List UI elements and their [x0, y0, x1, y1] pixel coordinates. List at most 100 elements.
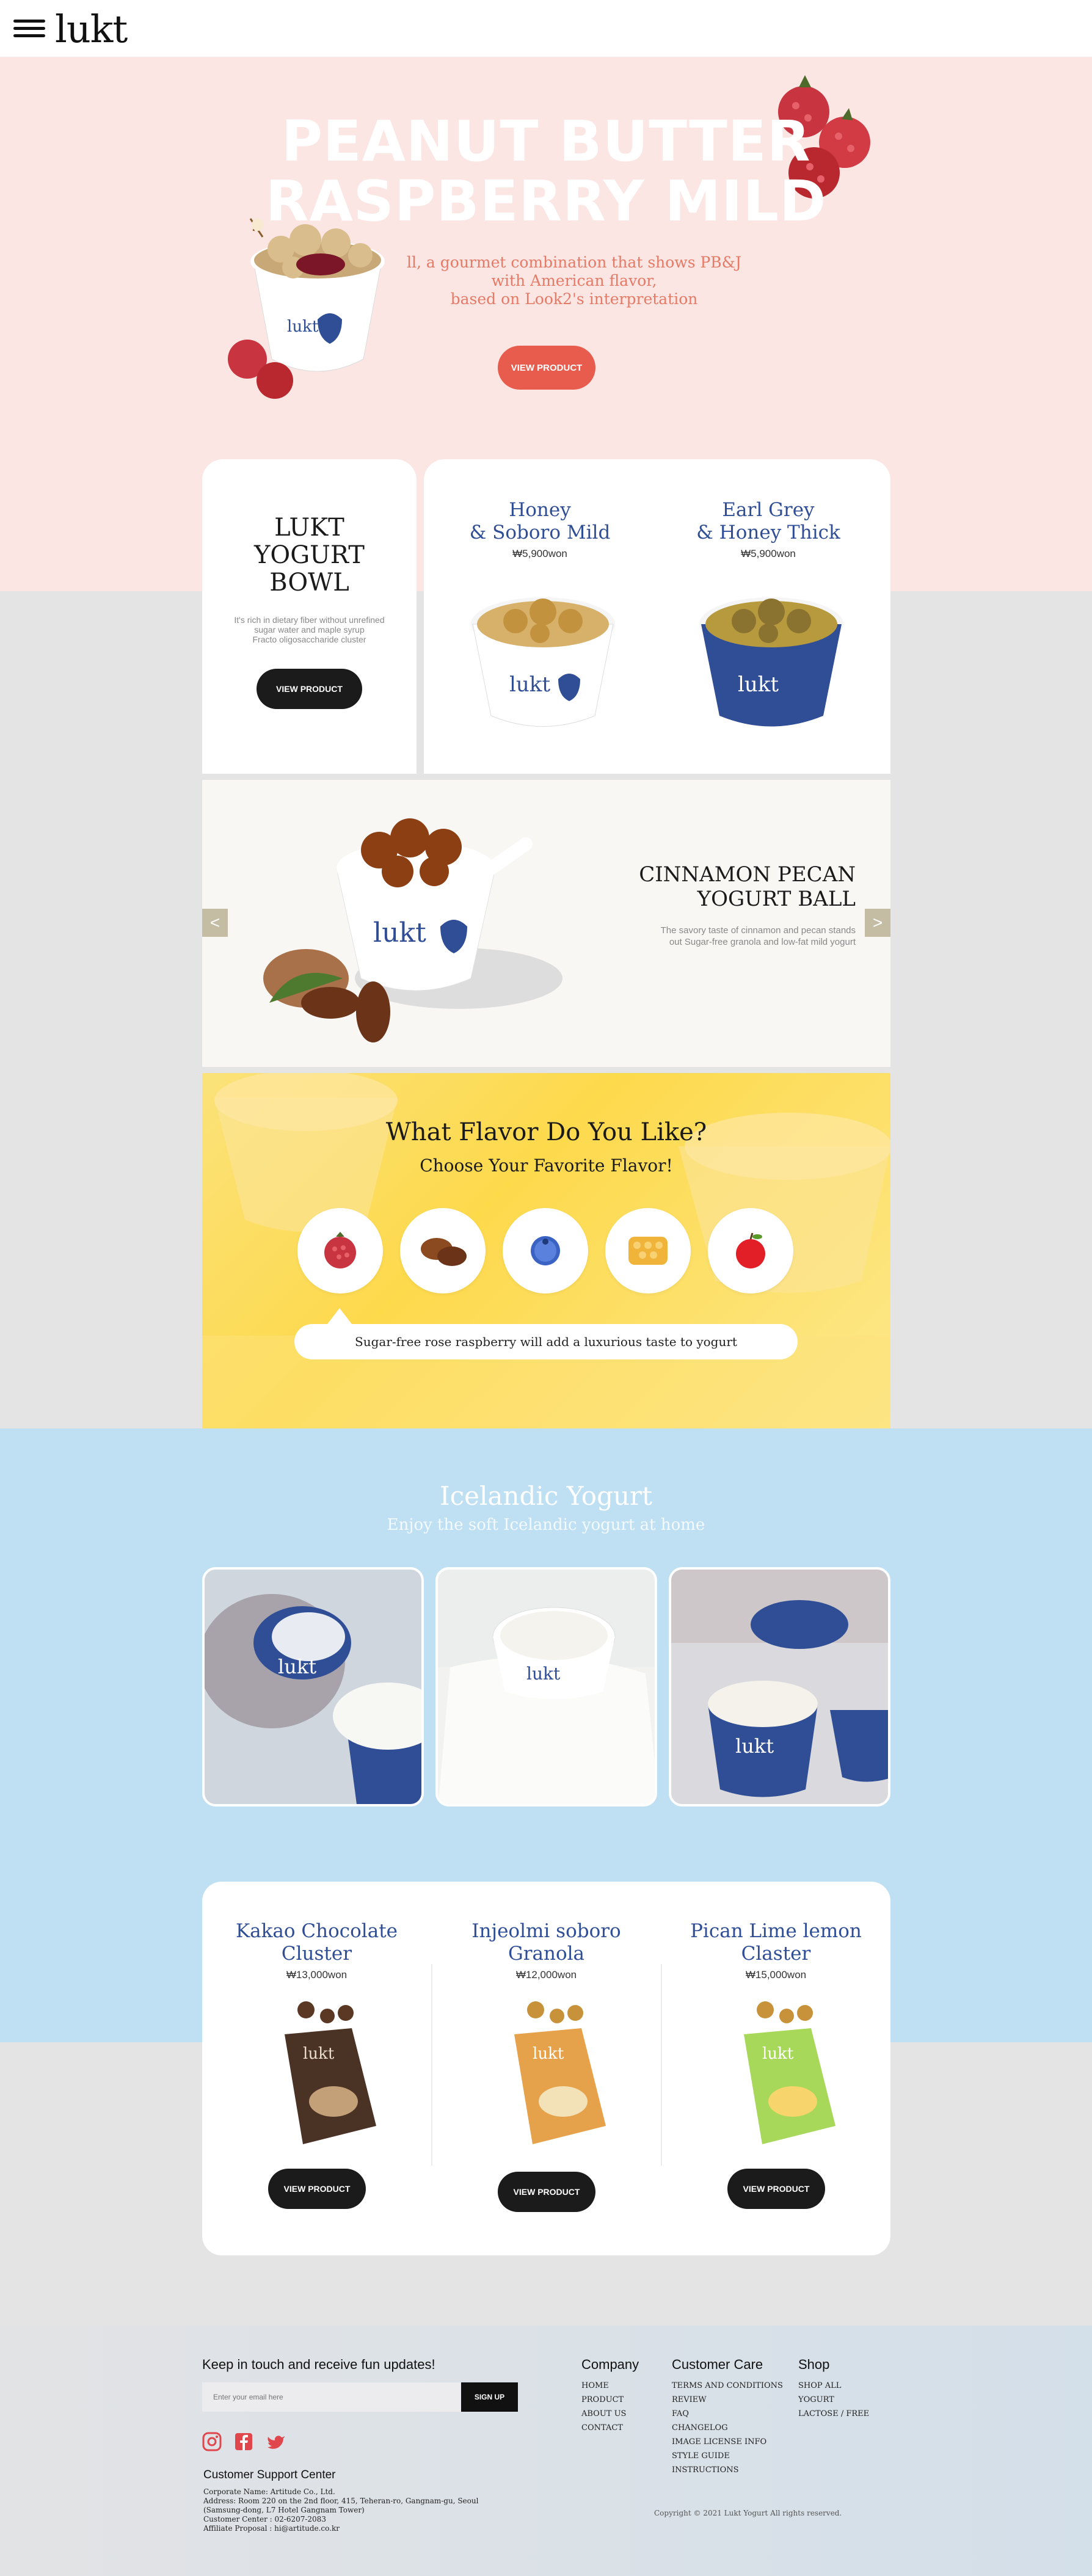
newsletter-title: Keep in touch and receive fun updates!	[202, 2357, 435, 2372]
icelandic-subtitle: Enjoy the soft Icelandic yogurt at home	[387, 1516, 705, 1534]
product-name: Pican Lime lemon Claster	[690, 1920, 862, 1965]
bubble-pointer	[327, 1308, 352, 1324]
flavor-caption: Sugar-free rose raspberry will add a lux…	[294, 1324, 798, 1359]
yogurt-on-blanket-image: lukt	[438, 1607, 655, 1804]
svg-text:lukt: lukt	[287, 318, 319, 336]
pican-lime-granola-bag-image: lukt	[744, 2001, 835, 2144]
flavor-blueberry-button[interactable]	[503, 1208, 588, 1293]
icelandic-photo-1[interactable]: lukt	[202, 1567, 424, 1806]
site-footer: Keep in touch and receive fun updates! S…	[0, 2326, 1092, 2576]
earl-grey-cup-image: lukt	[699, 597, 843, 727]
footer-shop-column: Shop SHOP ALL YOGURT LACTOSE / FREE	[798, 2357, 869, 2421]
bowl-view-product-button[interactable]: VIEW PRODUCT	[257, 669, 362, 709]
product-price: ₩15,000won	[745, 1969, 807, 1981]
pecan-icon	[421, 1238, 467, 1266]
footer-link-lactose-free[interactable]: LACTOSE / FREE	[798, 2407, 869, 2421]
flavor-apple-button[interactable]	[708, 1208, 793, 1293]
copyright: Copyright © 2021 Lukt Yogurt All rights …	[654, 2509, 842, 2517]
footer-link-review[interactable]: REVIEW	[672, 2393, 783, 2407]
footer-column-title: Customer Care	[672, 2357, 763, 2372]
footer-link-faq[interactable]: FAQ	[672, 2407, 783, 2421]
svg-text:lukt: lukt	[526, 1664, 561, 1684]
bowl-products-card: Honey & Soboro Mild ₩5,900won Earl Grey & …	[424, 459, 890, 774]
product-earl-grey-honey[interactable]: Earl Grey & Honey Thick ₩5,900won	[671, 499, 866, 560]
product-name: Injeolmi soboro Granola	[471, 1920, 621, 1965]
svg-text:lukt: lukt	[735, 1734, 774, 1758]
footer-link-home[interactable]: HOME	[581, 2379, 639, 2393]
footer-link-changelog[interactable]: CHANGELOG	[672, 2421, 783, 2435]
hero-bowl-image: lukt	[228, 218, 385, 399]
cinnamon-pecan-bowl-image: lukt	[263, 818, 562, 1042]
footer-link-yogurt[interactable]: YOGURT	[798, 2393, 869, 2407]
svg-text:lukt: lukt	[762, 2045, 794, 2063]
divider	[431, 1964, 432, 2166]
flavor-raspberry-button[interactable]	[297, 1208, 383, 1293]
svg-text:lukt: lukt	[303, 2045, 335, 2063]
injeolmi-view-product-button[interactable]: VIEW PRODUCT	[498, 2172, 595, 2212]
product-price: ₩5,900won	[512, 548, 567, 559]
icelandic-photo-3[interactable]: lukt	[669, 1567, 890, 1806]
product-kakao-chocolate[interactable]: Kakao Chocolate Cluster ₩13,000won	[202, 1920, 431, 1981]
flavor-picker-section: What Flavor Do You Like? Choose Your Fav…	[202, 1073, 890, 1428]
granola-products-card: Kakao Chocolate Cluster ₩13,000won lukt V…	[202, 1882, 890, 2255]
svg-text:lukt: lukt	[373, 917, 426, 948]
footer-care-column: Customer Care TERMS AND CONDITIONS REVIE…	[672, 2357, 783, 2477]
product-honey-soboro[interactable]: Honey & Soboro Mild ₩5,900won	[442, 499, 638, 560]
footer-link-instructions[interactable]: INSTRUCTIONS	[672, 2463, 783, 2477]
instagram-icon[interactable]	[202, 2432, 222, 2451]
blueberry-icon	[531, 1236, 560, 1265]
footer-link-about[interactable]: ABOUT US	[581, 2407, 639, 2421]
flavor-pecan-button[interactable]	[400, 1208, 486, 1293]
flavor-honey-button[interactable]	[605, 1208, 691, 1293]
featured-product-slide: lukt CINNAMON PECAN YOGURT BALL The savo…	[202, 780, 890, 1067]
product-name: Honey & Soboro Mild	[469, 499, 611, 544]
kakao-granola-bag-image: lukt	[285, 2001, 376, 2144]
hero-description: ll, a gourmet combination that shows PB&…	[407, 253, 741, 308]
bowl-intro-card: LUKT YOGURT BOWL It's rich in dietary fi…	[202, 459, 417, 774]
footer-link-style-guide[interactable]: STYLE GUIDE	[672, 2449, 783, 2463]
bowl-card-title: LUKT YOGURT BOWL	[254, 514, 365, 597]
footer-link-shop-all[interactable]: SHOP ALL	[798, 2379, 869, 2393]
site-logo[interactable]: lukt	[55, 5, 128, 54]
footer-link-contact[interactable]: CONTACT	[581, 2421, 639, 2435]
svg-text:lukt: lukt	[509, 672, 550, 697]
svg-text:lukt: lukt	[533, 2045, 564, 2063]
honey-soboro-cup-image: lukt	[471, 597, 615, 727]
slide-description: The savory taste of cinnamon and pecan s…	[660, 925, 856, 947]
twitter-icon[interactable]	[266, 2432, 286, 2451]
icelandic-photo-2[interactable]: lukt	[435, 1567, 657, 1806]
raspberry-icon	[324, 1232, 356, 1268]
kakao-view-product-button[interactable]: VIEW PRODUCT	[268, 2169, 366, 2209]
site-header: lukt	[0, 0, 1092, 57]
footer-link-terms[interactable]: TERMS AND CONDITIONS	[672, 2379, 783, 2393]
company-info: Corporate Name: Artitude Co., Ltd. Addre…	[203, 2487, 479, 2533]
bowl-card-description: It's rich in dietary fiber without unref…	[234, 615, 385, 644]
footer-link-product[interactable]: PRODUCT	[581, 2393, 639, 2407]
slide-next-button[interactable]: >	[865, 909, 890, 937]
apple-icon	[736, 1232, 765, 1268]
yogurt-on-table-image: lukt	[671, 1570, 888, 1797]
hero-title: PEANUT BUTTER RASPBERRY MILD	[265, 109, 827, 234]
facebook-icon[interactable]	[234, 2432, 253, 2451]
hero-view-product-button[interactable]: VIEW PRODUCT	[498, 346, 595, 390]
menu-icon[interactable]	[13, 20, 45, 38]
flavor-title: What Flavor Do You Like?	[385, 1118, 707, 1146]
footer-link-image-license[interactable]: IMAGE LICENSE INFO	[672, 2435, 783, 2449]
product-price: ₩12,000won	[515, 1969, 577, 1981]
flavor-subtitle: Choose Your Favorite Flavor!	[420, 1155, 673, 1176]
slide-prev-button[interactable]: <	[202, 909, 228, 937]
product-injeolmi-soboro[interactable]: Injeolmi soboro Granola ₩12,000won	[432, 1920, 661, 1981]
injeolmi-granola-bag-image: lukt	[514, 2001, 606, 2144]
support-title: Customer Support Center	[203, 2469, 336, 2481]
pican-view-product-button[interactable]: VIEW PRODUCT	[727, 2169, 825, 2209]
signup-button[interactable]: SIGN UP	[461, 2382, 518, 2412]
product-price: ₩5,900won	[741, 548, 796, 559]
footer-column-title: Company	[581, 2357, 639, 2372]
svg-text:lukt: lukt	[278, 1655, 316, 1678]
product-pican-lime-lemon[interactable]: Pican Lime lemon Claster ₩15,000won	[661, 1920, 890, 1981]
svg-text:lukt: lukt	[738, 672, 779, 697]
email-input[interactable]	[202, 2382, 461, 2412]
footer-company-column: Company HOME PRODUCT ABOUT US CONTACT	[581, 2357, 639, 2435]
product-name: Earl Grey & Honey Thick	[696, 499, 840, 544]
footer-column-title: Shop	[798, 2357, 830, 2372]
